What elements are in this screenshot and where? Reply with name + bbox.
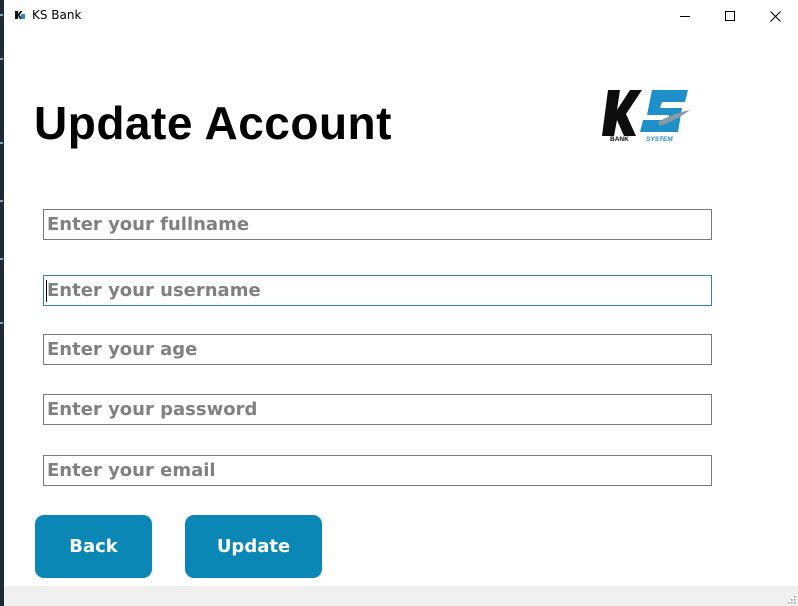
app-icon <box>14 9 26 21</box>
close-button[interactable] <box>752 0 798 32</box>
minimize-button[interactable] <box>662 0 708 32</box>
password-input[interactable] <box>44 395 711 424</box>
edge-mark <box>0 142 3 144</box>
close-icon <box>769 10 781 22</box>
app-window: KS Bank Update Account BANK SYSTEM Enter… <box>4 0 798 606</box>
resize-grip-icon[interactable] <box>786 594 796 604</box>
ks-bank-logo: BANK SYSTEM <box>602 90 690 143</box>
edge-mark <box>0 200 3 202</box>
username-field[interactable] <box>43 275 712 306</box>
age-field[interactable] <box>43 334 712 365</box>
logo-bank-text: BANK <box>610 136 629 143</box>
page-title: Update Account <box>34 97 392 149</box>
title-bar[interactable]: KS Bank <box>4 0 798 32</box>
status-bar <box>4 586 798 606</box>
email-field[interactable] <box>43 455 712 486</box>
logo-system-text: SYSTEM <box>646 136 673 143</box>
edge-mark <box>0 322 3 324</box>
maximize-icon <box>725 11 735 21</box>
email-input[interactable] <box>44 456 711 485</box>
update-button[interactable]: Update <box>185 515 322 578</box>
fullname-input[interactable] <box>44 210 711 239</box>
window-title: KS Bank <box>32 8 82 22</box>
edge-mark <box>0 14 3 16</box>
edge-mark <box>0 258 3 260</box>
fullname-field[interactable] <box>43 209 712 240</box>
age-input[interactable] <box>44 335 711 364</box>
back-button[interactable]: Back <box>35 515 152 578</box>
username-input[interactable] <box>44 276 711 305</box>
maximize-button[interactable] <box>707 0 753 32</box>
text-caret <box>46 280 47 302</box>
password-field[interactable] <box>43 394 712 425</box>
edge-mark <box>0 58 3 60</box>
minimize-icon <box>680 16 690 17</box>
